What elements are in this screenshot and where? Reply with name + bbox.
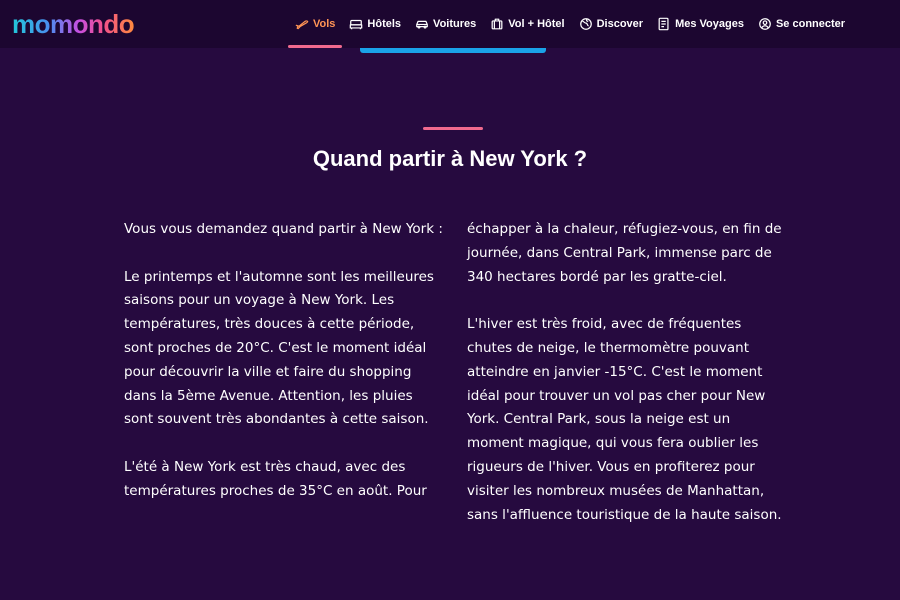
text-column-left: Vous vous demandez quand partir à New Yo… xyxy=(124,218,444,527)
nav-item-discover[interactable]: Discover xyxy=(572,0,650,48)
paragraph: L'été à New York est très chaud, avec de… xyxy=(124,458,427,499)
suitcase-icon xyxy=(490,17,504,31)
nav-item-label: Se connecter xyxy=(775,18,846,30)
nav-item-se-connecter[interactable]: Se connecter xyxy=(751,0,852,48)
nav-item-label: Mes Voyages xyxy=(675,18,744,30)
nav-item-voitures[interactable]: Voitures xyxy=(408,0,483,48)
main-nav: Vols Hôtels Voitures Vol + Hôtel Discove… xyxy=(288,0,852,48)
nav-item-mes-voyages[interactable]: Mes Voyages xyxy=(650,0,751,48)
paragraph: Vous vous demandez quand partir à New Yo… xyxy=(124,221,443,237)
nav-item-vols[interactable]: Vols xyxy=(288,0,343,48)
nav-item-label: Hôtels xyxy=(367,18,402,30)
paragraph: échapper à la chaleur, réfugiez-vous, en… xyxy=(467,221,782,285)
bed-icon xyxy=(349,17,363,31)
user-icon xyxy=(758,17,772,31)
plane-icon xyxy=(295,17,309,31)
section-accent-line xyxy=(423,127,483,130)
nav-item-label: Discover xyxy=(596,18,644,30)
paragraph: L'hiver est très froid, avec de fréquent… xyxy=(467,316,782,523)
momondo-logo[interactable]: momondo xyxy=(12,8,135,40)
nav-item-vol-hotel[interactable]: Vol + Hôtel xyxy=(483,0,571,48)
top-navigation-bar: momondo Vols Hôtels Voitures Vol + Hôtel xyxy=(0,0,900,48)
nav-item-label: Voitures xyxy=(433,18,477,30)
globe-icon xyxy=(579,17,593,31)
nav-item-label: Vol + Hôtel xyxy=(508,18,565,30)
nav-item-label: Vols xyxy=(313,18,336,30)
text-column-right: échapper à la chaleur, réfugiez-vous, en… xyxy=(467,218,789,551)
car-icon xyxy=(415,17,429,31)
trips-icon xyxy=(657,17,671,31)
search-panel-edge xyxy=(360,48,546,53)
nav-item-hotels[interactable]: Hôtels xyxy=(342,0,408,48)
paragraph: Le printemps et l'automne sont les meill… xyxy=(124,268,434,428)
section-title: Quand partir à New York ? xyxy=(312,146,588,171)
